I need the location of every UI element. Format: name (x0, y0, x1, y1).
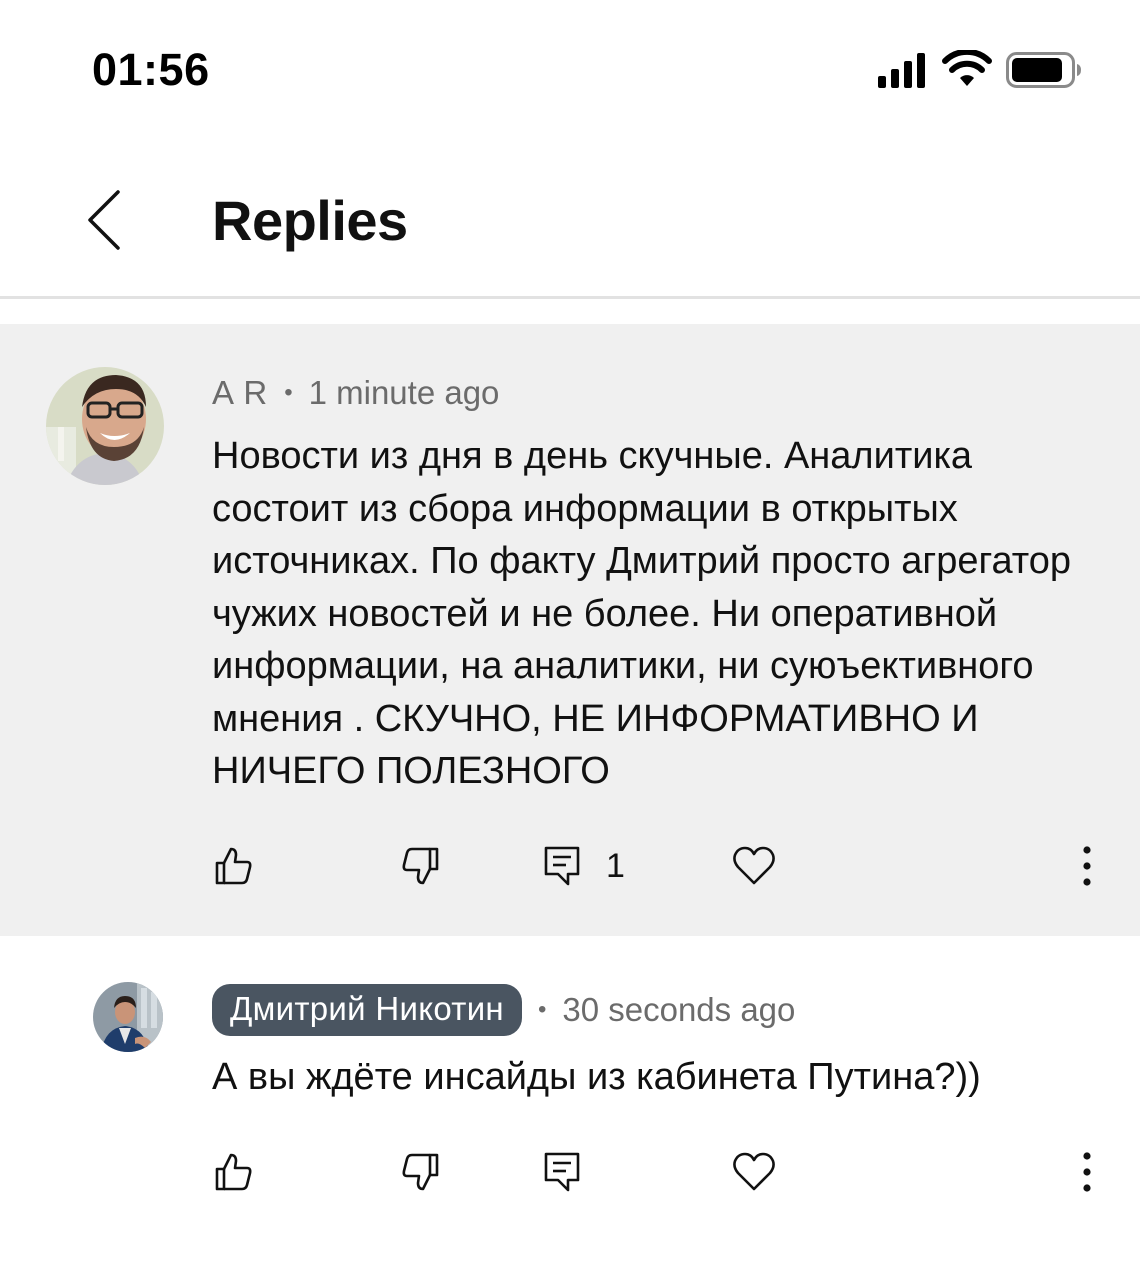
heart-icon (733, 1152, 775, 1191)
timestamp: 1 minute ago (308, 374, 500, 411)
author-name[interactable]: A R (212, 374, 268, 412)
comment-meta: A R • 1 minute ago (212, 374, 499, 412)
thumbs-up-icon (215, 847, 252, 885)
comment-parent: A R • 1 minute ago Новости из дня в день… (0, 324, 1140, 936)
more-options-button[interactable] (1072, 836, 1102, 896)
status-bar: 01:56 (0, 0, 1140, 140)
cellular-signal-icon (878, 53, 925, 88)
reply-icon (544, 1152, 580, 1192)
reply-button[interactable]: 1 (542, 836, 625, 896)
header: Replies (0, 140, 1140, 300)
separator-dot: • (284, 379, 293, 406)
avatar[interactable] (46, 367, 164, 485)
reply-button[interactable] (542, 1142, 582, 1202)
timestamp: 30 seconds ago (562, 991, 796, 1028)
dislike-button[interactable] (400, 1142, 442, 1202)
heart-button[interactable] (732, 836, 776, 896)
thumbs-down-icon (402, 847, 439, 885)
like-button[interactable] (212, 1142, 254, 1202)
dislike-button[interactable] (400, 836, 442, 896)
comment-reply: Дмитрий Никотин • 30 seconds ago А вы жд… (0, 936, 1140, 1280)
page-title: Replies (212, 189, 408, 252)
comment-actions (0, 1142, 1140, 1202)
avatar-image (46, 367, 164, 485)
author-creator-badge[interactable]: Дмитрий Никотин (212, 984, 522, 1036)
avatar[interactable] (93, 982, 163, 1052)
status-time: 01:56 (92, 44, 210, 95)
wifi-icon (942, 50, 992, 86)
comment-meta: Дмитрий Никотин • 30 seconds ago (212, 984, 795, 1036)
status-icons (878, 50, 1088, 94)
comment-actions: 1 (0, 836, 1140, 896)
comment-text: А вы ждёте инсайды из кабинета Путина?)) (212, 1056, 981, 1098)
replies-screen: 01:56 Replies A R • 1 minute ago Новости… (0, 0, 1140, 1280)
reply-icon (544, 846, 580, 886)
more-vertical-icon (1083, 846, 1091, 886)
more-vertical-icon (1083, 1152, 1091, 1192)
avatar-image (93, 982, 163, 1052)
thumbs-down-icon (402, 1153, 439, 1191)
thumbs-up-icon (215, 1153, 252, 1191)
more-options-button[interactable] (1072, 1142, 1102, 1202)
like-button[interactable] (212, 836, 254, 896)
heart-button[interactable] (732, 1142, 776, 1202)
header-divider (0, 296, 1140, 299)
heart-icon (733, 846, 775, 885)
battery-icon (1006, 52, 1081, 88)
chevron-left-icon (88, 190, 120, 250)
reply-count: 1 (606, 846, 625, 885)
separator-dot: • (537, 996, 547, 1023)
comment-text: Новости из дня в день скучные. Аналитика… (212, 435, 1072, 792)
back-button[interactable] (78, 188, 138, 252)
